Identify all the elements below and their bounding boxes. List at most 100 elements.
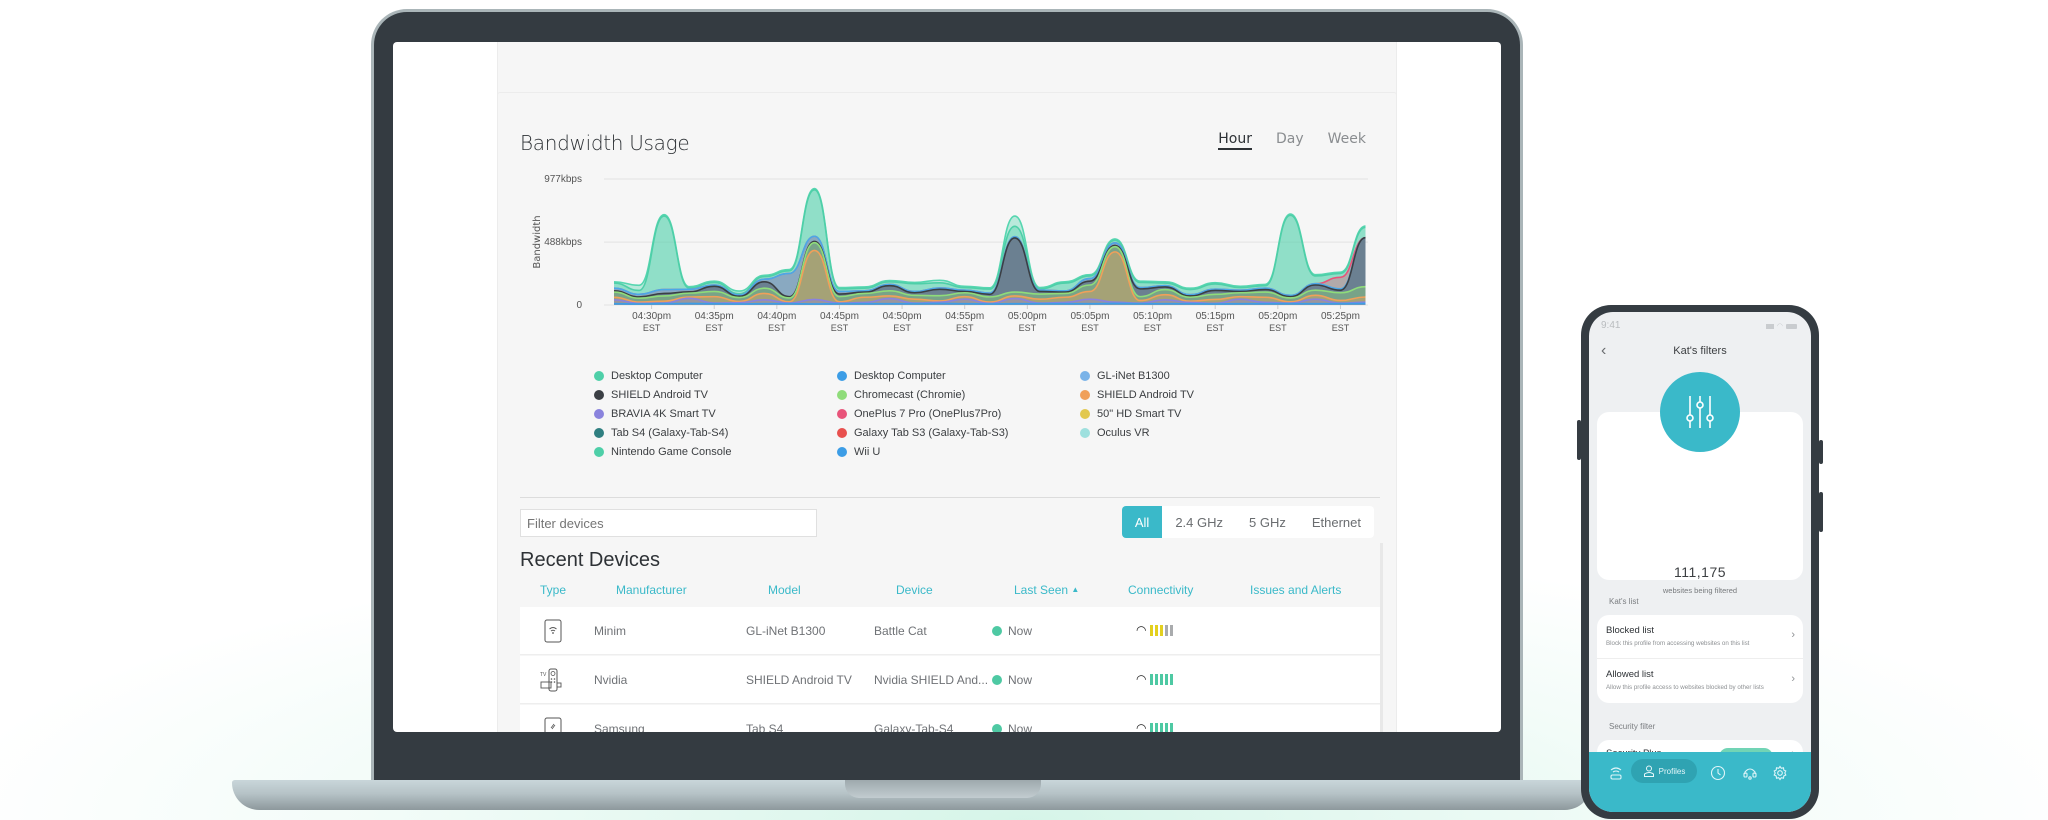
signal-bars (1150, 673, 1174, 685)
x-tick-label: 04:35pm (695, 311, 734, 322)
legend-item[interactable]: Tab S4 (Galaxy-Tab-S4) (594, 426, 837, 440)
legend-item[interactable]: Galaxy Tab S3 (Galaxy-Tab-S3) (837, 426, 1080, 440)
x-tick-label: 04:45pm (820, 311, 859, 322)
column-last-seen[interactable]: Last Seen ▲ (1014, 583, 1079, 597)
legend-swatch (594, 371, 604, 381)
tab-week[interactable]: Week (1328, 131, 1366, 150)
model-cell: Tab S4 (746, 722, 784, 732)
table-row[interactable]: Samsung Tab S4 Galaxy-Tab-S4 Now ◠ (520, 705, 1380, 732)
signal-bar (1165, 673, 1169, 685)
legend-swatch (594, 390, 604, 400)
signal-bar (1150, 673, 1154, 685)
legend-label: GL-iNet B1300 (1097, 370, 1170, 382)
nav-profiles[interactable]: Profiles (1631, 759, 1697, 783)
x-tick-sublabel: EST (956, 323, 974, 333)
online-status-dot (992, 724, 1002, 732)
filtered-count: 111,175 (1673, 564, 1727, 580)
x-tick-sublabel: EST (643, 323, 661, 333)
signal-bar (1160, 624, 1164, 636)
signal-bar (1155, 673, 1159, 685)
legend-item[interactable]: SHIELD Android TV (594, 388, 837, 402)
legend-label: SHIELD Android TV (611, 389, 709, 401)
column-device[interactable]: Device (896, 583, 933, 597)
x-tick-label: 04:55pm (945, 311, 984, 322)
bandwidth-chart: 0 488kbps 977kbps Bandwidth 04:30pm EST 04:35p… (520, 173, 1380, 353)
phone-power-button (1819, 492, 1823, 532)
legend-item[interactable]: Desktop Computer (837, 369, 1080, 383)
band-filter-2-4ghz[interactable]: 2.4 GHz (1162, 506, 1236, 538)
legend-label: OnePlus 7 Pro (OnePlus7Pro) (854, 408, 1002, 420)
nav-network[interactable] (1605, 762, 1627, 784)
x-tick-sublabel: EST (768, 323, 786, 333)
nav-support[interactable] (1739, 762, 1761, 784)
signal-bar (1155, 722, 1159, 732)
table-scrollbar[interactable] (1380, 543, 1383, 732)
band-filter-all[interactable]: All (1121, 506, 1163, 538)
x-tick-sublabel: EST (1206, 323, 1224, 333)
status-icons: ◠ (1765, 322, 1797, 330)
legend-item[interactable]: Nintendo Game Console (594, 445, 837, 459)
bandwidth-card: Bandwidth Usage Hour Day Week 0 488kbps 97… (497, 92, 1397, 732)
x-tick-label: 04:30pm (632, 311, 671, 322)
tab-day[interactable]: Day (1276, 131, 1304, 150)
last-seen-cell: Now (992, 673, 1032, 687)
kats-list-heading: Kat's list (1609, 597, 1639, 606)
column-connectivity[interactable]: Connectivity (1128, 583, 1193, 597)
x-tick-sublabel: EST (1081, 323, 1099, 333)
blocked-list-title: Blocked list (1606, 625, 1655, 636)
legend-item[interactable]: SHIELD Android TV (1080, 388, 1323, 402)
band-filter-5ghz[interactable]: 5 GHz (1236, 506, 1299, 538)
online-status-dot (992, 675, 1002, 685)
legend-item[interactable]: Desktop Computer (594, 369, 837, 383)
table-row[interactable]: Minim GL-iNet B1300 Battle Cat Now ◠ (520, 607, 1380, 655)
legend-item[interactable]: 50" HD Smart TV (1080, 407, 1323, 421)
column-manufacturer[interactable]: Manufacturer (616, 583, 687, 597)
chart-legend: Desktop Computer Desktop Computer GL-iNet … (594, 369, 1354, 459)
nav-history[interactable] (1707, 762, 1729, 784)
column-type[interactable]: Type (540, 583, 566, 597)
allowed-list-item[interactable]: Allowed list Allow this profile access t… (1597, 659, 1803, 703)
band-filter-ethernet[interactable]: Ethernet (1299, 506, 1374, 538)
legend-item[interactable]: Oculus VR (1080, 426, 1323, 440)
legend-swatch (1080, 409, 1090, 419)
legend-item[interactable]: Wii U (837, 445, 1080, 459)
cellular-icon (1765, 323, 1774, 329)
legend-item[interactable]: OnePlus 7 Pro (OnePlus7Pro) (837, 407, 1080, 421)
legend-swatch (1080, 371, 1090, 381)
signal-bar (1150, 722, 1154, 732)
router-wifi-icon (1610, 767, 1622, 780)
table-row[interactable]: TV Nvidia SHIELD Android TV Nvidia SHIEL… (520, 656, 1380, 704)
chevron-right-icon: › (1791, 673, 1795, 685)
devices-table: Type Manufacturer Model Device Last Seen… (520, 543, 1383, 732)
sort-ascending-icon: ▲ (1071, 585, 1080, 594)
security-filter-heading: Security filter (1609, 722, 1656, 731)
legend-item[interactable]: Chromecast (Chromie) (837, 388, 1080, 402)
legend-swatch (594, 409, 604, 419)
column-issues-alerts[interactable]: Issues and Alerts (1250, 583, 1341, 597)
manufacturer-cell: Nvidia (594, 673, 628, 687)
legend-item[interactable]: BRAVIA 4K Smart TV (594, 407, 837, 421)
column-model[interactable]: Model (768, 583, 801, 597)
legend-item[interactable]: GL-iNet B1300 (1080, 369, 1323, 383)
x-tick-sublabel: EST (1144, 323, 1162, 333)
gear-icon (1773, 765, 1787, 781)
legend-swatch (1080, 390, 1090, 400)
screen-title: Kat's filters (1673, 345, 1727, 357)
filtered-count-label: websites being filtered (1662, 586, 1738, 595)
last-seen-value: Now (1008, 673, 1033, 687)
filter-devices-input[interactable] (520, 509, 817, 537)
manufacturer-cell: Samsung (594, 722, 645, 732)
manufacturer-cell: Minim (594, 624, 626, 638)
legend-swatch (837, 371, 847, 381)
table-header: Type Manufacturer Model Device Last Seen… (520, 583, 1380, 607)
last-seen-cell: Now (992, 624, 1032, 638)
nav-settings[interactable] (1769, 762, 1791, 784)
blocked-list-item[interactable]: Blocked list Block this profile from acc… (1597, 615, 1803, 659)
signal-bar (1170, 722, 1174, 732)
blocked-list-subtitle: Block this profile from accessing websit… (1606, 640, 1750, 647)
tab-hour[interactable]: Hour (1218, 131, 1252, 150)
phone-side-button (1819, 440, 1823, 464)
wifi-icon: ◠ (1136, 672, 1147, 686)
connectivity-signal: ◠ (1136, 672, 1174, 686)
wifi-icon: ◠ (1136, 721, 1147, 732)
